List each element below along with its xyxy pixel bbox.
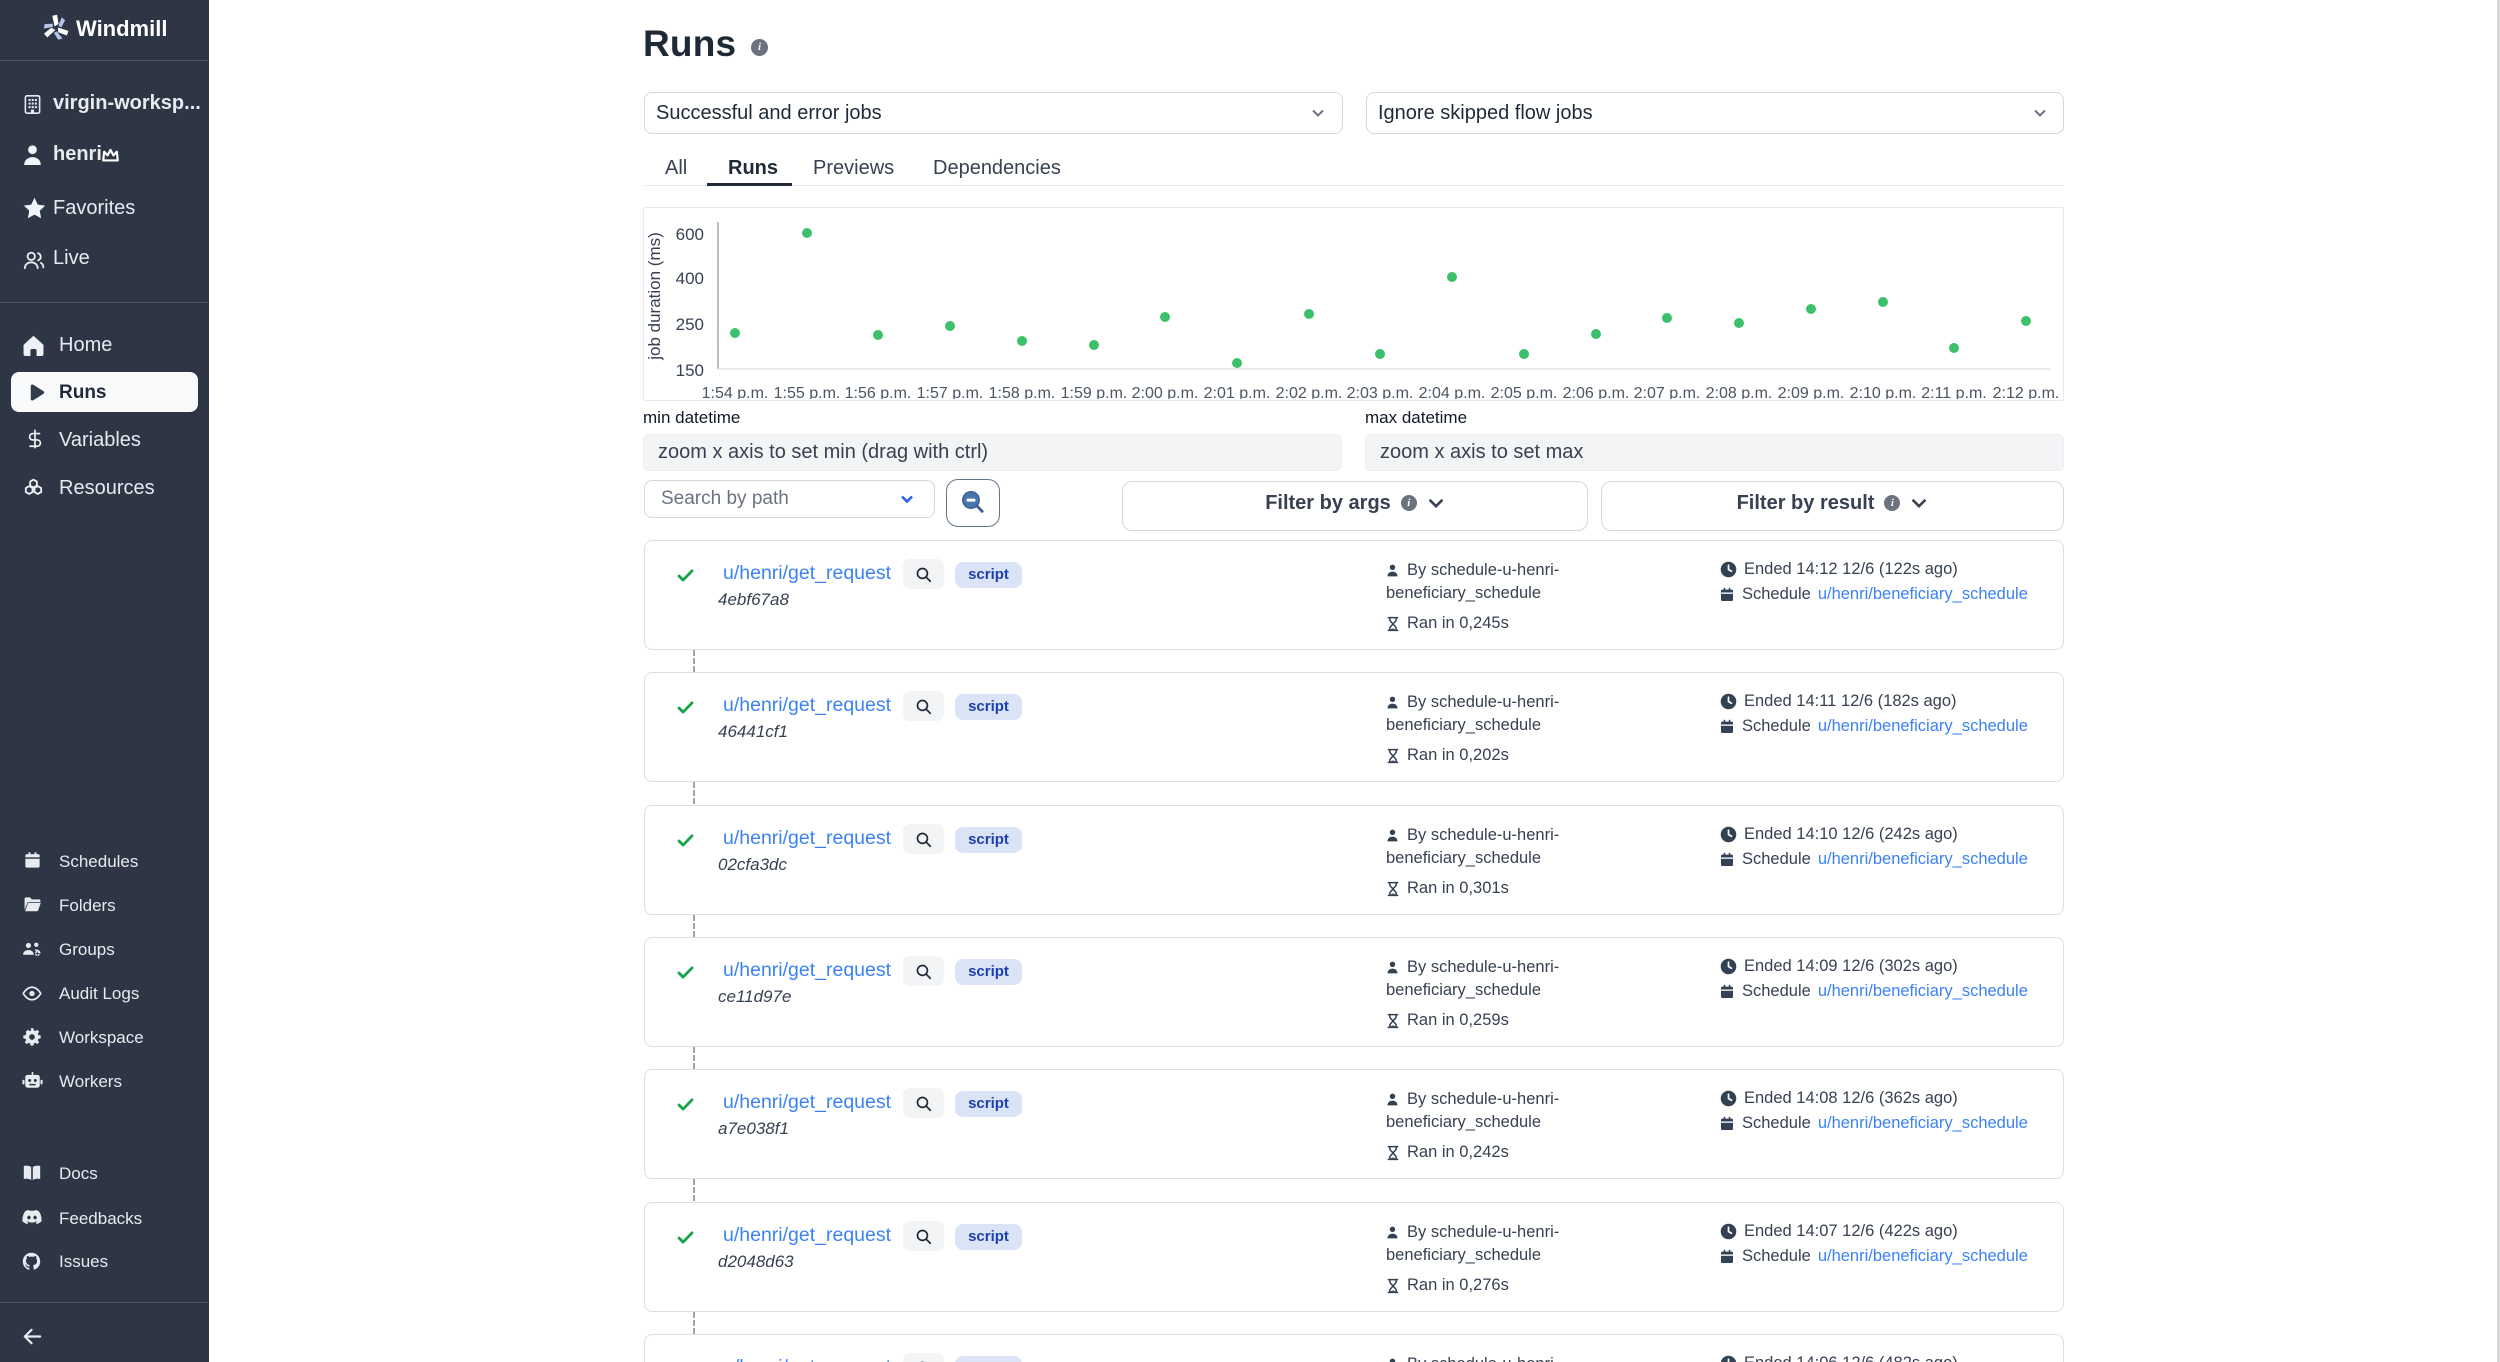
svg-text:2:02 p.m.: 2:02 p.m. [1276,385,1343,399]
svg-text:2:04 p.m.: 2:04 p.m. [1419,385,1486,399]
svg-text:2:03 p.m.: 2:03 p.m. [1347,385,1414,399]
svg-text:250: 250 [676,315,704,334]
svg-text:2:08 p.m.: 2:08 p.m. [1706,385,1773,399]
svg-text:1:58 p.m.: 1:58 p.m. [989,385,1056,399]
svg-text:2:05 p.m.: 2:05 p.m. [1491,385,1558,399]
svg-text:600: 600 [676,225,704,244]
svg-text:2:06 p.m.: 2:06 p.m. [1563,385,1630,399]
svg-text:400: 400 [676,269,704,288]
svg-text:2:01 p.m.: 2:01 p.m. [1204,385,1271,399]
svg-text:1:54 p.m.: 1:54 p.m. [702,385,769,399]
svg-text:1:57 p.m.: 1:57 p.m. [917,385,984,399]
svg-text:2:10 p.m.: 2:10 p.m. [1850,385,1917,399]
svg-text:1:59 p.m.: 1:59 p.m. [1061,385,1128,399]
svg-text:2:00 p.m.: 2:00 p.m. [1132,385,1199,399]
svg-text:2:11 p.m.: 2:11 p.m. [1921,385,1987,399]
svg-text:1:55 p.m.: 1:55 p.m. [774,385,841,399]
svg-text:2:12 p.m.: 2:12 p.m. [1993,385,2060,399]
svg-text:150: 150 [676,361,704,380]
svg-text:2:09 p.m.: 2:09 p.m. [1778,385,1845,399]
svg-text:job duration (ms): job duration (ms) [645,232,664,361]
svg-text:2:07 p.m.: 2:07 p.m. [1634,385,1701,399]
svg-text:1:56 p.m.: 1:56 p.m. [845,385,912,399]
